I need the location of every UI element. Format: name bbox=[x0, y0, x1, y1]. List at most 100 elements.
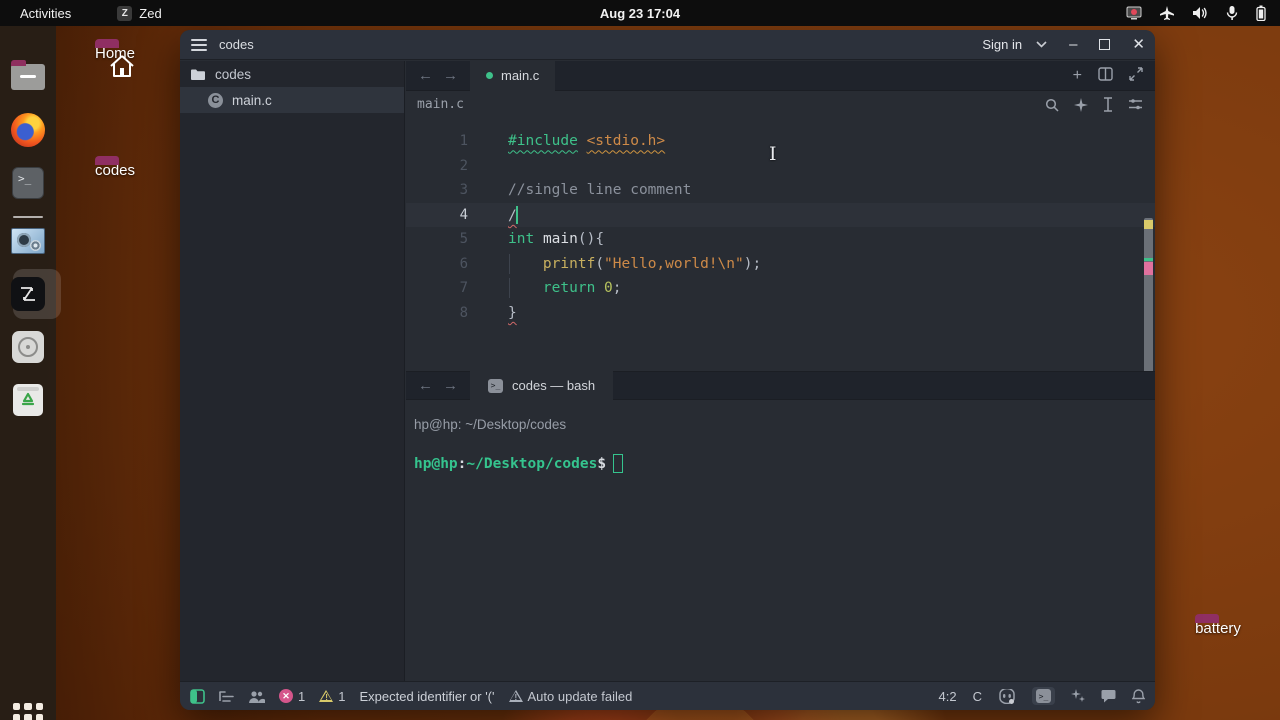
dock-videos-icon[interactable] bbox=[9, 222, 47, 260]
code-line-7[interactable]: 7 return 0; bbox=[406, 276, 1155, 301]
dock-terminal-icon[interactable]: >_ bbox=[9, 164, 47, 202]
line-number: 6 bbox=[459, 255, 468, 272]
line-text: #include <stdio.h> bbox=[508, 133, 666, 150]
search-icon[interactable] bbox=[1045, 98, 1059, 112]
outline-panel-icon[interactable] bbox=[219, 690, 234, 703]
minimize-button[interactable]: – bbox=[1069, 37, 1077, 52]
zoom-pane-icon[interactable] bbox=[1129, 66, 1143, 81]
copilot-icon[interactable] bbox=[998, 688, 1016, 704]
terminal-nav-back-icon[interactable]: ← bbox=[418, 377, 433, 394]
dock-disks-icon[interactable] bbox=[9, 328, 47, 366]
dock-zed-icon[interactable] bbox=[9, 269, 61, 319]
project-file-label: main.c bbox=[232, 92, 272, 108]
airplane-mode-icon[interactable] bbox=[1159, 5, 1175, 21]
folder-open-icon bbox=[191, 69, 205, 80]
terminal-toggle-icon[interactable]: >_ bbox=[1032, 687, 1055, 705]
error-icon: ✕ bbox=[279, 689, 293, 703]
update-warning-icon: ! bbox=[508, 690, 523, 702]
terminal-nav-forward-icon[interactable]: → bbox=[443, 377, 458, 394]
close-button[interactable]: ✕ bbox=[1132, 37, 1145, 52]
breadcrumb[interactable]: main.c bbox=[417, 97, 464, 112]
microphone-icon[interactable] bbox=[1225, 5, 1239, 21]
split-pane-icon[interactable] bbox=[1098, 66, 1113, 81]
editor-scrollbar[interactable] bbox=[1144, 218, 1153, 391]
battery-icon[interactable] bbox=[1256, 5, 1266, 21]
line-text: / bbox=[508, 205, 518, 224]
text-cursor-icon[interactable] bbox=[1103, 97, 1113, 112]
breadcrumb-bar: main.c bbox=[406, 91, 1155, 118]
sign-in-button[interactable]: Sign in bbox=[982, 37, 1047, 52]
terminal-tab-bar: ← → >_ codes — bash bbox=[406, 371, 1155, 400]
inline-assist-sparkle-icon[interactable] bbox=[1074, 97, 1088, 112]
dock-firefox-icon[interactable] bbox=[9, 111, 47, 149]
editor-tab-main-c[interactable]: main.c bbox=[470, 60, 556, 91]
chat-icon[interactable] bbox=[1101, 689, 1116, 703]
screen-record-indicator-icon[interactable] bbox=[1126, 6, 1142, 20]
scrollbar-git-mark bbox=[1144, 258, 1153, 261]
clock[interactable]: Aug 23 17:04 bbox=[600, 6, 680, 21]
update-message: Auto update failed bbox=[527, 688, 633, 704]
terminal-pane[interactable]: hp@hp: ~/Desktop/codes hp@hp: ~/Desktop/c… bbox=[406, 400, 1155, 681]
focused-app-menu[interactable]: Z Zed bbox=[117, 5, 162, 21]
dock-trash-icon[interactable] bbox=[9, 381, 47, 419]
editor-tab-label: main.c bbox=[501, 68, 540, 83]
code-line-4[interactable]: 4/ bbox=[406, 202, 1155, 227]
code-lines: 1 #include <stdio.h> 2 3 //single line comme… bbox=[406, 129, 1155, 325]
project-panel-toggle-icon[interactable] bbox=[190, 688, 205, 704]
cursor-position[interactable]: 4:2 bbox=[939, 689, 957, 704]
nav-back-icon[interactable]: ← bbox=[418, 67, 433, 84]
line-number: 1 bbox=[459, 133, 468, 150]
language-selector[interactable]: C bbox=[973, 689, 982, 704]
new-tab-icon[interactable]: + bbox=[1073, 67, 1082, 85]
warning-counter[interactable]: ! 1 bbox=[319, 689, 345, 704]
top-bar: Activities Z Zed Aug 23 17:04 bbox=[0, 0, 1280, 26]
update-status[interactable]: ! Auto update failed bbox=[508, 688, 633, 704]
project-file-row[interactable]: C main.c bbox=[180, 87, 404, 113]
desktop-icon-home[interactable]: Home bbox=[70, 45, 160, 77]
show-applications-button[interactable] bbox=[13, 703, 43, 720]
window-title-bar[interactable]: codes Sign in – ✕ bbox=[180, 30, 1155, 60]
line-text: int main(){ bbox=[508, 231, 605, 248]
maximize-button[interactable] bbox=[1099, 39, 1111, 50]
collab-panel-icon[interactable] bbox=[248, 690, 265, 703]
line-text: return 0; bbox=[468, 278, 622, 299]
dock-separator bbox=[13, 216, 43, 218]
menu-hamburger-icon[interactable] bbox=[191, 38, 207, 51]
nav-forward-icon[interactable]: → bbox=[443, 67, 458, 84]
mouse-ibeam-cursor: I bbox=[769, 143, 777, 165]
status-bar: ✕ 1 ! 1 Expected identifier or '(' ! Aut… bbox=[180, 681, 1155, 710]
code-line-5[interactable]: 5 int main(){ bbox=[406, 227, 1155, 252]
code-line-8[interactable]: 8} bbox=[406, 301, 1155, 326]
line-number: 2 bbox=[459, 157, 468, 174]
editor-caret bbox=[515, 205, 518, 224]
focused-app-name: Zed bbox=[139, 5, 162, 21]
dock-files-icon[interactable] bbox=[9, 58, 47, 96]
desktop-icon-codes[interactable]: codes bbox=[70, 162, 160, 179]
editor-pane[interactable]: 1 #include <stdio.h> 2 3 //single line comme… bbox=[406, 118, 1155, 391]
desktop-icon-battery[interactable]: battery bbox=[1173, 620, 1263, 637]
assistant-sparkle-icon[interactable] bbox=[1071, 689, 1085, 703]
diagnostic-message[interactable]: Expected identifier or '(' bbox=[359, 689, 494, 704]
zed-window: codes Sign in – ✕ codes C main.c ← → mai… bbox=[180, 30, 1155, 710]
project-root-row[interactable]: codes bbox=[180, 61, 404, 87]
project-panel: codes C main.c bbox=[180, 61, 405, 681]
code-line-6[interactable]: 6 printf("Hello,world!\n"); bbox=[406, 252, 1155, 277]
editor-settings-icon[interactable] bbox=[1128, 98, 1143, 111]
line-number: 7 bbox=[459, 280, 468, 297]
error-counter[interactable]: ✕ 1 bbox=[279, 689, 305, 704]
line-number: 3 bbox=[459, 182, 468, 199]
volume-icon[interactable] bbox=[1192, 6, 1208, 20]
code-line-1[interactable]: 1 #include <stdio.h> bbox=[406, 129, 1155, 154]
code-line-3[interactable]: 3 //single line comment bbox=[406, 178, 1155, 203]
code-line-2[interactable]: 2 bbox=[406, 154, 1155, 179]
activities-button[interactable]: Activities bbox=[20, 6, 71, 21]
notifications-bell-icon[interactable] bbox=[1132, 688, 1145, 704]
chevron-down-icon bbox=[1036, 41, 1047, 48]
warning-count: 1 bbox=[338, 688, 346, 704]
line-number: 4 bbox=[459, 206, 468, 223]
error-count: 1 bbox=[298, 688, 306, 704]
terminal-tab[interactable]: >_ codes — bash bbox=[470, 371, 614, 400]
line-text: } bbox=[508, 304, 517, 321]
project-root-label: codes bbox=[215, 66, 252, 82]
c-language-icon: C bbox=[208, 92, 223, 108]
